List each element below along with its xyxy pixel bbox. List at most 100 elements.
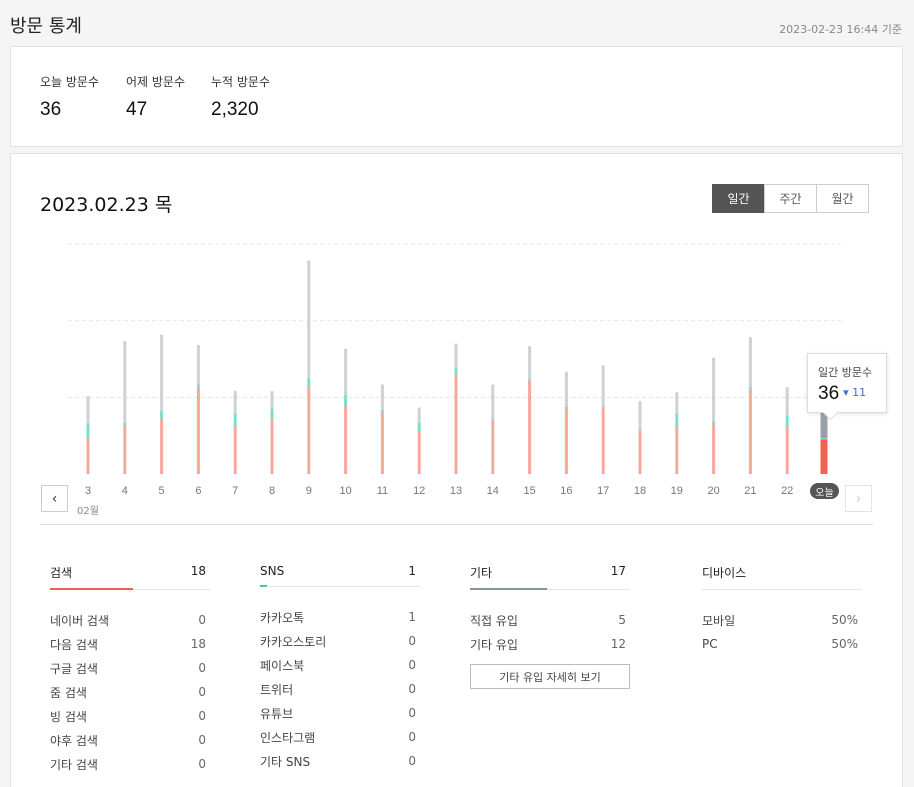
yesterday-visits-stat: 어제 방문수 47 (126, 73, 185, 121)
bar-검색-17[interactable] (601, 407, 605, 474)
x-tick-label: 3 (85, 485, 91, 497)
bar-기타-22[interactable] (785, 387, 789, 416)
bar-기타-16[interactable] (564, 371, 568, 407)
bar-SNS-10[interactable] (344, 394, 348, 405)
bar-검색-19[interactable] (675, 426, 679, 474)
month-label: 02월 (77, 506, 99, 517)
list-item: 페이스북 0 (260, 653, 420, 677)
bar-기타-12[interactable] (417, 407, 421, 423)
device-section: 디바이스 모바일 50% PC 50% (702, 557, 862, 656)
list-item-value: 0 (198, 709, 206, 723)
summary-card: 오늘 방문수 36 어제 방문수 47 누적 방문수 2,320 (10, 46, 903, 147)
bar-기타-9[interactable] (307, 260, 311, 379)
bar-SNS-12[interactable] (417, 422, 421, 432)
bar-검색-7[interactable] (233, 426, 237, 474)
list-item-label: 구글 검색 (50, 661, 98, 676)
bar-SNS-22[interactable] (785, 415, 789, 427)
bar-SNS-14[interactable] (491, 419, 495, 421)
list-item-value: 50% (831, 613, 858, 627)
list-item-label: 다음 검색 (50, 637, 98, 652)
list-item-label: 네이버 검색 (50, 613, 110, 628)
bar-SNS-20[interactable] (712, 421, 716, 425)
bar-검색-8[interactable] (270, 419, 274, 474)
x-tick-label: 20 (707, 485, 719, 497)
bar-검색-20[interactable] (712, 424, 716, 474)
bar-검색-14[interactable] (491, 420, 495, 474)
bar-SNS-오늘[interactable] (820, 438, 828, 440)
list-item: 트위터 0 (260, 677, 420, 701)
bar-기타-18[interactable] (638, 401, 642, 430)
yesterday-visits-label: 어제 방문수 (126, 75, 186, 89)
list-item: 모바일 50% (702, 608, 862, 632)
bar-SNS-13[interactable] (454, 367, 458, 376)
chart-prev-button[interactable]: ‹ (41, 485, 68, 512)
list-item-value: 0 (198, 757, 206, 771)
bar-기타-11[interactable] (380, 384, 384, 411)
other-section: 기타 17 직접 유입 5 기타 유입 12 기타 유입 자세히 보기 (470, 557, 630, 689)
bar-SNS-18[interactable] (638, 429, 642, 431)
bar-검색-15[interactable] (528, 380, 532, 474)
bar-기타-10[interactable] (344, 348, 348, 395)
x-tick-label: 17 (597, 485, 609, 497)
bar-기타-8[interactable] (270, 390, 274, 409)
bar-SNS-6[interactable] (196, 384, 200, 388)
bar-검색-4[interactable] (123, 425, 127, 474)
list-item-value: 5 (618, 613, 626, 627)
bar-기타-15[interactable] (528, 346, 532, 380)
bar-SNS-19[interactable] (675, 413, 679, 427)
bar-기타-17[interactable] (601, 365, 605, 407)
bar-SNS-4[interactable] (123, 422, 127, 426)
tooltip-label: 일간 방문수 (818, 366, 873, 379)
bar-검색-5[interactable] (160, 419, 164, 474)
bar-기타-4[interactable] (123, 341, 127, 423)
bar-기타-19[interactable] (675, 392, 679, 414)
bar-검색-오늘[interactable] (820, 439, 828, 475)
today-badge: 오늘 (810, 483, 839, 499)
bar-검색-22[interactable] (785, 426, 789, 474)
x-tick-label: 15 (523, 485, 535, 497)
bar-기타-3[interactable] (86, 396, 90, 423)
bar-SNS-9[interactable] (307, 378, 311, 388)
device-section-title: 디바이스 (702, 566, 747, 580)
list-item: 구글 검색 0 (50, 656, 210, 680)
list-item-label: 줌 검색 (50, 685, 87, 700)
list-item-label: 유튜브 (260, 706, 294, 721)
bar-SNS-5[interactable] (160, 411, 164, 420)
bar-검색-13[interactable] (454, 375, 458, 474)
bar-검색-16[interactable] (564, 406, 568, 474)
bar-SNS-7[interactable] (233, 413, 237, 427)
bar-기타-7[interactable] (233, 390, 237, 414)
device-list: 모바일 50% PC 50% (702, 590, 862, 656)
bar-기타-13[interactable] (454, 343, 458, 368)
bar-검색-12[interactable] (417, 431, 421, 474)
bar-기타-20[interactable] (712, 357, 716, 422)
bar-검색-10[interactable] (344, 405, 348, 474)
search-section-header: 검색 18 (50, 557, 210, 590)
bar-SNS-3[interactable] (86, 422, 90, 439)
bar-기타-5[interactable] (160, 334, 164, 412)
bar-SNS-15[interactable] (528, 379, 532, 381)
bar-검색-18[interactable] (638, 430, 642, 474)
bar-SNS-17[interactable] (601, 406, 605, 408)
bar-기타-14[interactable] (491, 384, 495, 420)
chart-next-button[interactable]: › (845, 485, 872, 512)
search-section-title: 검색 (50, 566, 73, 580)
bar-검색-11[interactable] (380, 412, 384, 474)
bar-SNS-8[interactable] (270, 408, 274, 420)
x-tick-label: 6 (195, 485, 201, 497)
today-visits-value: 36 (40, 99, 62, 120)
bar-검색-9[interactable] (307, 387, 311, 474)
bar-검색-3[interactable] (86, 438, 90, 474)
x-tick-label: 9 (306, 485, 312, 497)
bar-검색-6[interactable] (196, 387, 200, 474)
list-item: 유튜브 0 (260, 701, 420, 725)
other-detail-button[interactable]: 기타 유입 자세히 보기 (470, 664, 630, 689)
bar-SNS-21[interactable] (748, 387, 752, 390)
chevron-right-icon: › (855, 490, 862, 507)
other-section-header: 기타 17 (470, 557, 630, 590)
list-item: 직접 유입 5 (470, 608, 630, 632)
bar-SNS-11[interactable] (380, 410, 384, 413)
bar-검색-21[interactable] (748, 389, 752, 474)
bar-기타-6[interactable] (196, 344, 200, 385)
bar-기타-21[interactable] (748, 337, 752, 388)
